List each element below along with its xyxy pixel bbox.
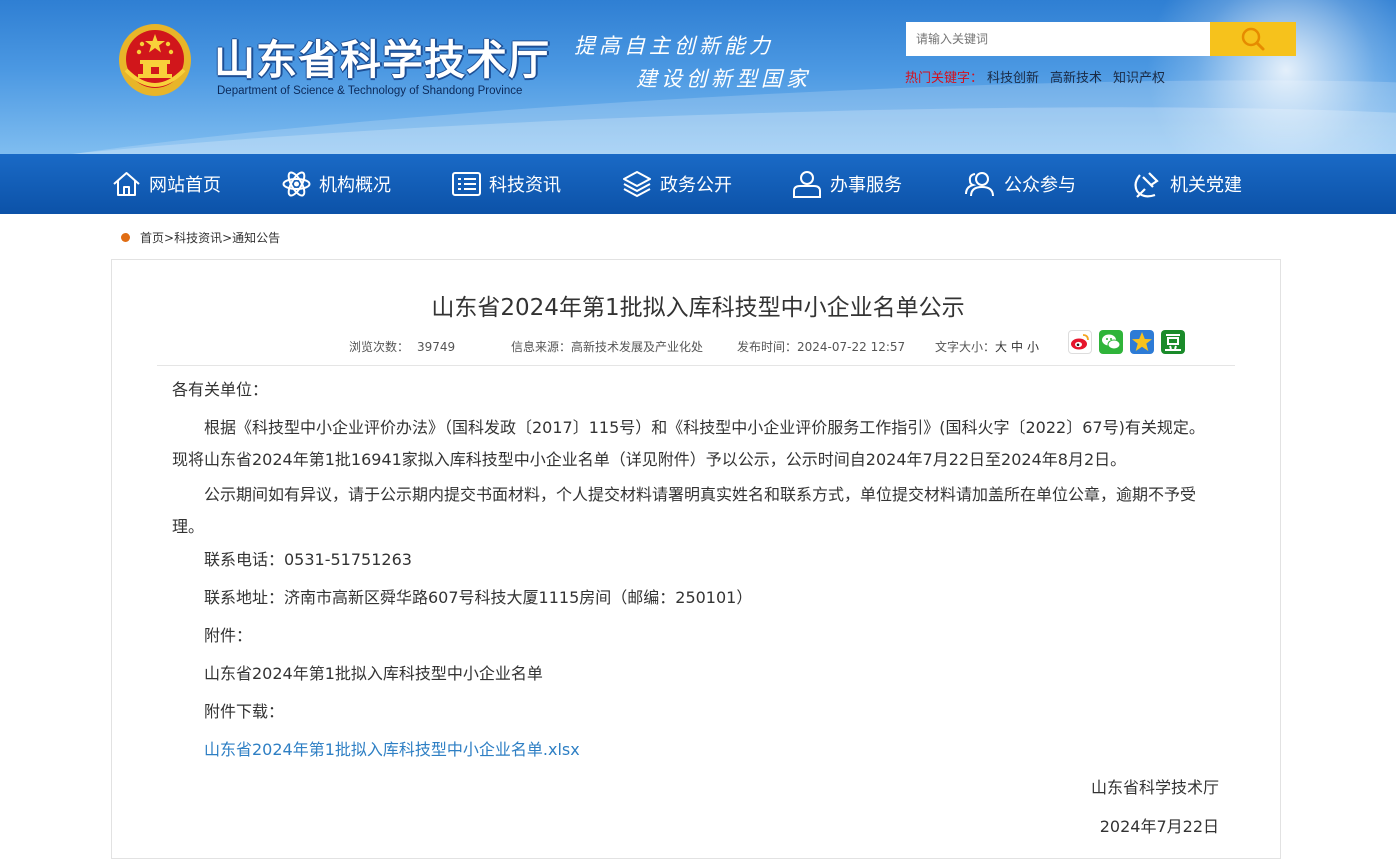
party-icon (1134, 172, 1159, 198)
breadcrumb-notices[interactable]: 通知公告 (232, 229, 280, 246)
breadcrumb: 首页 > 科技资讯 > 通知公告 (121, 229, 280, 246)
douban-icon (1165, 334, 1181, 351)
paragraph-2: 公示期间如有异议，请于公示期内提交书面材料，个人提交材料请署明真实姓名和联系方式… (172, 485, 1197, 536)
nav-item-label: 机关党建 (1170, 175, 1242, 196)
contact-phone: 联系电话：0531-51751263 (204, 550, 412, 569)
nav-item-label: 公众参与 (1004, 175, 1076, 196)
search-icon (1241, 27, 1265, 51)
layers-icon (623, 171, 651, 198)
attachment-download-link[interactable]: 山东省2024年第1批拟入库科技型中小企业名单.xlsx (204, 740, 580, 759)
breadcrumb-dot-icon (121, 233, 130, 242)
nav-item-label: 办事服务 (830, 175, 902, 196)
breadcrumb-news[interactable]: 科技资讯 (174, 229, 222, 246)
download-link-row: 山东省2024年第1批拟入库科技型中小企业名单.xlsx (204, 734, 580, 766)
nav-item-party[interactable]: 机关党建 (1131, 154, 1242, 214)
article-title: 山东省2024年第1批拟入库科技型中小企业名单公示 (431, 295, 965, 321)
article-date: 发布时间：2024-07-22 12:57 (737, 338, 905, 355)
breadcrumb-separator: > (164, 230, 175, 245)
nav-item-about[interactable]: 机构概况 (281, 154, 391, 214)
attachment-label: 附件： (204, 626, 253, 645)
font-size-medium[interactable]: 中 (1011, 340, 1023, 354)
nav-item-home[interactable]: 网站首页 (111, 154, 221, 214)
hot-keyword-link[interactable]: 高新技术 (1050, 71, 1102, 86)
nav-item-label: 网站首页 (149, 175, 221, 196)
views-count: 39749 (417, 340, 456, 354)
salutation: 各有关单位： (172, 380, 269, 399)
share-wechat-button[interactable] (1099, 330, 1123, 354)
site-english-name: Department of Science & Technology of Sh… (217, 85, 523, 97)
slogan-line-1: 提高自主创新能力 (574, 34, 774, 58)
date-value: 2024-07-22 12:57 (797, 340, 906, 354)
source-value: 高新技术发展及产业化处 (571, 340, 704, 354)
main-nav: 网站首页 机构概况 科技资讯 政务公开 办事服务 公众参与 机关党建 (0, 154, 1396, 214)
font-size-label: 文字大小： (935, 340, 996, 354)
hot-keywords: 热门关键字： 科技创新 高新技术 知识产权 (905, 67, 1176, 86)
user-service-icon (793, 171, 821, 198)
font-size-small[interactable]: 小 (1027, 340, 1039, 354)
news-icon (452, 172, 481, 196)
source-label: 信息来源： (511, 340, 572, 354)
people-icon (965, 172, 994, 197)
wechat-icon (1102, 334, 1121, 350)
qzone-icon (1132, 332, 1152, 351)
hot-keyword-link[interactable]: 知识产权 (1113, 71, 1165, 86)
search-button[interactable] (1210, 22, 1296, 56)
hot-keywords-label: 热门关键字： (905, 71, 984, 86)
slogan-line-2: 建设创新型国家 (636, 67, 811, 91)
font-size-large[interactable]: 大 (995, 340, 1007, 354)
nav-item-services[interactable]: 办事服务 (791, 154, 902, 214)
nav-item-public[interactable]: 公众参与 (964, 154, 1076, 214)
atom-icon (282, 171, 311, 197)
site-header: 山东省科学技术厅 Department of Science & Technol… (0, 0, 1396, 154)
hot-keyword-link[interactable]: 科技创新 (987, 71, 1039, 86)
breadcrumb-home[interactable]: 首页 (140, 229, 164, 246)
nav-item-news[interactable]: 科技资讯 (451, 154, 561, 214)
meta-divider (157, 365, 1235, 366)
views-label: 浏览次数： (349, 340, 410, 354)
nav-item-gov-affairs[interactable]: 政务公开 (621, 154, 732, 214)
font-size-switcher: 文字大小：大中小 (935, 338, 1043, 355)
article-views: 浏览次数： 39749 (349, 338, 455, 355)
contact-address: 联系地址：济南市高新区舜华路607号科技大厦1115房间（邮编：250101） (204, 588, 753, 607)
nav-item-label: 政务公开 (660, 175, 732, 196)
share-weibo-button[interactable] (1068, 330, 1092, 354)
sign-date: 2024年7月22日 (1099, 817, 1219, 836)
date-label: 发布时间： (737, 340, 798, 354)
share-qzone-button[interactable] (1130, 330, 1154, 354)
weibo-icon (1071, 334, 1089, 350)
download-label: 附件下载： (204, 702, 285, 721)
nav-item-label: 科技资讯 (489, 175, 561, 196)
search-input[interactable] (906, 22, 1210, 56)
site-title: 山东省科学技术厅 (214, 36, 550, 84)
national-emblem-icon (119, 24, 191, 96)
signature: 山东省科学技术厅 (1090, 778, 1219, 797)
nav-item-label: 机构概况 (319, 175, 391, 196)
paragraph-1: 根据《科技型中小企业评价办法》（国科发政〔2017〕115号）和《科技型中小企业… (172, 418, 1205, 469)
share-douban-button[interactable] (1161, 330, 1185, 354)
article-source: 信息来源：高新技术发展及产业化处 (511, 338, 703, 355)
attachment-name: 山东省2024年第1批拟入库科技型中小企业名单 (204, 664, 543, 683)
home-icon (113, 172, 140, 196)
breadcrumb-separator: > (222, 230, 233, 245)
